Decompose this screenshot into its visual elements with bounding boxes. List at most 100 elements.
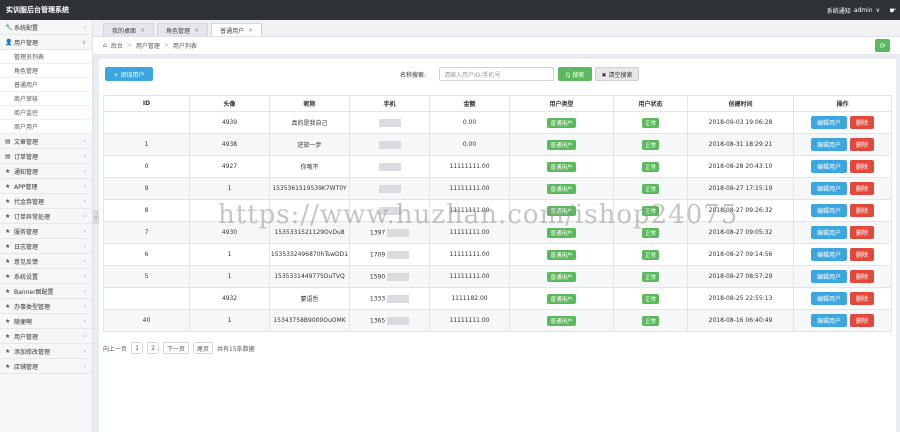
sidebar-item-user-management[interactable]: 👤 用户管理 ∨ (0, 35, 92, 50)
delete-button[interactable]: 删除 (850, 204, 874, 217)
breadcrumb-item[interactable]: 后台 (111, 41, 123, 50)
column-header: 头像 (189, 95, 270, 112)
edit-user-button[interactable]: 编辑用户 (811, 226, 847, 239)
sidebar-item[interactable]: ★ 用户管理 ‹ (0, 329, 92, 344)
edit-user-button[interactable]: 编辑用户 (811, 182, 847, 195)
phone-text: 1709 (369, 251, 386, 258)
menu-icon: ▤ (5, 152, 11, 160)
sidebar-item[interactable]: ★ 服务管理 ‹ (0, 224, 92, 239)
cell-id (103, 287, 190, 310)
sidebar-item-label: 服务管理 (14, 228, 39, 236)
breadcrumb-item[interactable]: 用户管理 (136, 41, 160, 50)
pager-page[interactable]: 2 (147, 342, 160, 354)
user-type-badge: 普通用户 (547, 183, 576, 194)
pager-page[interactable]: 1 (131, 342, 144, 354)
cell-amount: 11111111.00 (429, 199, 510, 222)
cell-nickname: 1535332496870hTswDD1 (269, 243, 350, 266)
sidebar-item[interactable]: ★ 办事类型管理 ‹ (0, 299, 92, 314)
wrench-icon: 🔧 (5, 23, 13, 31)
search-button[interactable]: Q 搜索 (558, 67, 592, 81)
sidebar-item[interactable]: ★ 日志管理 ‹ (0, 239, 92, 254)
edit-user-button[interactable]: 编辑用户 (811, 270, 847, 283)
sidebar-item[interactable]: ▤ 订单管理 ‹ (0, 149, 92, 164)
search-input[interactable]: 请输入用户ID/手机号 (439, 67, 554, 81)
close-icon[interactable]: × (140, 27, 145, 34)
chevron-left-icon: ‹ (83, 242, 86, 250)
sidebar-subitem[interactable]: 商户监控 (0, 106, 92, 120)
home-icon: ⌂ (103, 42, 107, 49)
user-menu[interactable]: 系统通知 admin ∨ (827, 6, 880, 15)
add-user-button[interactable]: + 添加用户 (105, 67, 153, 81)
sidebar-item[interactable]: ▤ 文章管理 ‹ (0, 134, 92, 149)
close-icon[interactable]: × (194, 27, 199, 34)
cell-id: 6 (103, 243, 190, 266)
sidebar-subitem[interactable]: 商户审核 (0, 92, 92, 106)
refresh-icon: ⟳ (879, 41, 886, 50)
chevron-left-icon: ‹ (83, 227, 86, 235)
cell-nickname: 1535331521129OvDu8 (269, 221, 350, 244)
sidebar-item[interactable]: ★ 通知管理 ‹ (0, 164, 92, 179)
delete-button[interactable]: 删除 (850, 116, 874, 129)
tab-label: 普通用户 (220, 27, 245, 35)
app-title: 实训服后台管理系统 (6, 6, 69, 14)
notice-link[interactable]: 系统通知 (827, 6, 851, 15)
cell-type: 普通用户 (509, 177, 614, 200)
sidebar-item[interactable]: ★ 随便啊 ‹ (0, 314, 92, 329)
sidebar-item[interactable]: ★ 订单异常处理 ‹ (0, 209, 92, 224)
close-icon[interactable]: × (248, 27, 253, 34)
pointer-icon[interactable]: ☛ (886, 6, 900, 15)
edit-user-button[interactable]: 编辑用户 (811, 138, 847, 151)
refresh-button[interactable]: ⟳ (875, 39, 890, 52)
top-bar: 实训服后台管理系统 系统通知 admin ∨ ☛ (0, 0, 900, 20)
delete-button[interactable]: 删除 (850, 160, 874, 173)
pager-prev[interactable]: 向上一页 (103, 344, 127, 353)
edit-user-button[interactable]: 编辑用户 (811, 160, 847, 173)
chevron-left-icon: ‹ (83, 332, 86, 340)
pagination: 向上一页 1 2 下一页 尾页 共有15条数据 (103, 342, 255, 354)
sidebar-item[interactable]: ★ 店铺管理 ‹ (0, 359, 92, 374)
menu-icon: ★ (5, 242, 11, 250)
sidebar-item[interactable]: ★ 添加修改管理 ‹ (0, 344, 92, 359)
sidebar-item-label: 用户管理 (14, 39, 39, 47)
table-row: 4932 蒙语哲 1333 1111182.00 普通用户 正常 2018-08-25 2… (103, 287, 892, 310)
delete-button[interactable]: 删除 (850, 248, 874, 261)
sidebar-subitem[interactable]: 商户用户 (0, 120, 92, 134)
clear-search-button[interactable]: ✖ 清空搜索 (595, 67, 639, 81)
delete-button[interactable]: 删除 (850, 138, 874, 151)
edit-user-button[interactable]: 编辑用户 (811, 314, 847, 327)
status-badge: 正常 (641, 293, 659, 304)
sidebar-subitem[interactable]: 管理员列表 (0, 50, 92, 64)
pager-next[interactable]: 下一页 (163, 342, 190, 354)
sidebar-item-system-config[interactable]: 🔧 系统配置 ‹ (0, 20, 92, 35)
chevron-left-icon: ‹ (83, 347, 86, 355)
delete-button[interactable]: 删除 (850, 314, 874, 327)
delete-button[interactable]: 删除 (850, 182, 874, 195)
delete-button[interactable]: 删除 (850, 226, 874, 239)
user-type-badge: 普通用户 (547, 227, 576, 238)
tab-users[interactable]: 普通用户 × (211, 23, 263, 36)
delete-button[interactable]: 删除 (850, 270, 874, 283)
delete-button[interactable]: 删除 (850, 292, 874, 305)
sidebar-item[interactable]: ★ 系统设置 ‹ (0, 269, 92, 284)
tab-desktop[interactable]: 我的桌面 × (103, 23, 155, 36)
sidebar-item[interactable]: ★ APP管理 ‹ (0, 179, 92, 194)
pager-last[interactable]: 尾页 (193, 342, 214, 354)
sidebar-subitem[interactable]: 角色管理 (0, 64, 92, 78)
table-row: 4939 真的是我自己 0.00 普通用户 正常 2018-09-03 19:06:28… (103, 111, 892, 134)
edit-user-button[interactable]: 编辑用户 (811, 204, 847, 217)
sidebar-item[interactable]: ★ 意见反馈 ‹ (0, 254, 92, 269)
sidebar-item[interactable]: ★ Banner图配置 ‹ (0, 284, 92, 299)
cell-avatar: 1 (189, 309, 270, 332)
edit-user-button[interactable]: 编辑用户 (811, 292, 847, 305)
sidebar-subitem[interactable]: 普通用户 (0, 78, 92, 92)
cell-amount: 11111111.00 (429, 243, 510, 266)
cell-actions: 编辑用户 删除 (793, 265, 892, 288)
search-label: 名称搜索: (400, 72, 427, 79)
redacted-block (378, 140, 401, 149)
edit-user-button[interactable]: 编辑用户 (811, 116, 847, 129)
redacted-block (387, 228, 410, 237)
tab-roles[interactable]: 角色管理 × (157, 23, 209, 36)
cell-avatar: 4938 (189, 133, 270, 156)
edit-user-button[interactable]: 编辑用户 (811, 248, 847, 261)
sidebar-item[interactable]: ★ 代金券管理 ‹ (0, 194, 92, 209)
